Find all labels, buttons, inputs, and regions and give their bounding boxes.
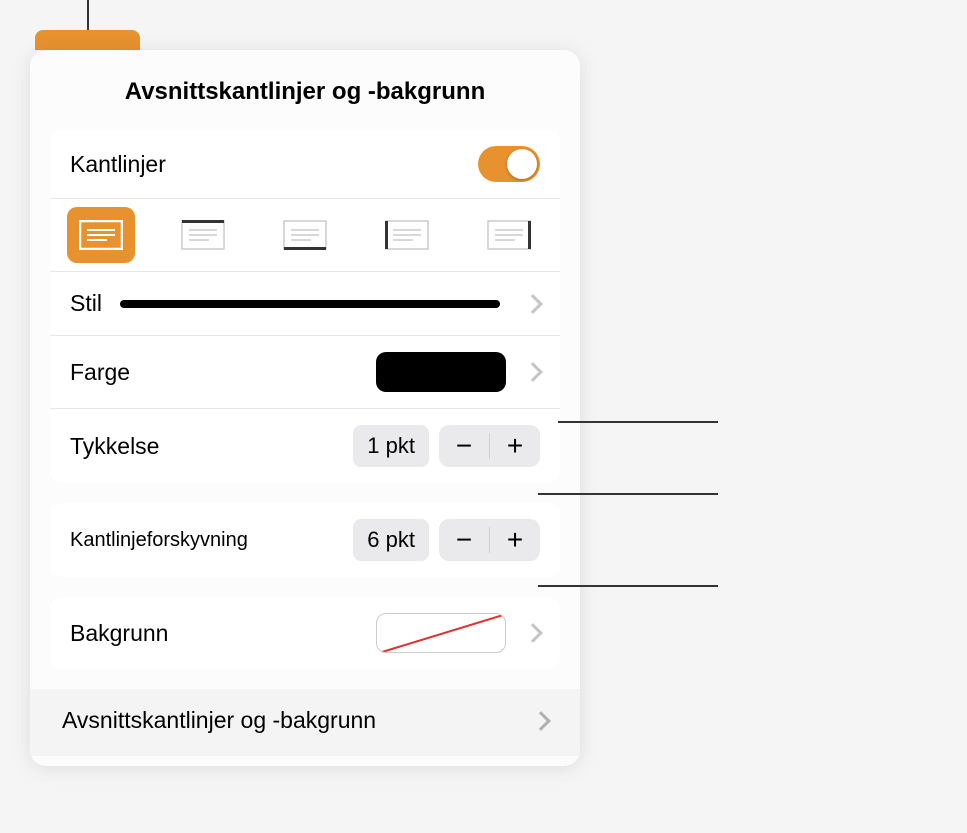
- callout-line: [558, 421, 718, 423]
- border-right-icon: [487, 220, 531, 250]
- chevron-right-icon: [523, 362, 543, 382]
- offset-row: Kantlinjeforskyvning 6 pkt − +: [50, 503, 560, 577]
- border-position-row: [50, 199, 560, 272]
- border-bottom-icon: [283, 220, 327, 250]
- borders-section: Kantlinjer: [50, 130, 560, 483]
- thickness-label: Tykkelse: [70, 433, 159, 460]
- offset-label: Kantlinjeforskyvning: [70, 529, 248, 552]
- footer-label: Avsnittskantlinjer og -bakgrunn: [62, 707, 376, 734]
- chevron-right-icon: [523, 294, 543, 314]
- background-row[interactable]: Bakgrunn: [50, 597, 560, 669]
- offset-value[interactable]: 6 pkt: [353, 519, 429, 561]
- thickness-decrease-button[interactable]: −: [439, 425, 489, 467]
- background-label: Bakgrunn: [70, 620, 168, 647]
- border-position-bottom[interactable]: [271, 207, 339, 263]
- panel-title: Avsnittskantlinjer og -bakgrunn: [30, 50, 580, 130]
- border-all-icon: [79, 220, 123, 250]
- border-position-right[interactable]: [475, 207, 543, 263]
- style-label: Stil: [70, 290, 102, 317]
- background-swatch-none: [376, 613, 506, 653]
- offset-decrease-button[interactable]: −: [439, 519, 489, 561]
- chevron-right-icon: [523, 623, 543, 643]
- style-preview: [120, 300, 500, 308]
- toggle-knob: [507, 149, 537, 179]
- border-position-all[interactable]: [67, 207, 135, 263]
- thickness-increase-button[interactable]: +: [490, 425, 540, 467]
- thickness-stepper: − +: [439, 425, 540, 467]
- border-top-icon: [181, 220, 225, 250]
- border-position-top[interactable]: [169, 207, 237, 263]
- callout-line: [538, 493, 718, 495]
- thickness-value[interactable]: 1 pkt: [353, 425, 429, 467]
- offset-increase-button[interactable]: +: [490, 519, 540, 561]
- paragraph-borders-panel: Avsnittskantlinjer og -bakgrunn Kantlinj…: [30, 50, 580, 766]
- borders-heading: Kantlinjer: [70, 151, 166, 178]
- border-position-left[interactable]: [373, 207, 441, 263]
- border-left-icon: [385, 220, 429, 250]
- borders-toggle-row: Kantlinjer: [50, 130, 560, 199]
- tab-indicator: [35, 30, 140, 50]
- callout-line: [538, 585, 718, 587]
- background-section: Bakgrunn: [50, 597, 560, 669]
- offset-section: Kantlinjeforskyvning 6 pkt − +: [50, 503, 560, 577]
- thickness-row: Tykkelse 1 pkt − +: [50, 409, 560, 483]
- color-row[interactable]: Farge: [50, 336, 560, 409]
- offset-stepper: − +: [439, 519, 540, 561]
- chevron-right-icon: [531, 711, 551, 731]
- style-row[interactable]: Stil: [50, 272, 560, 336]
- borders-toggle[interactable]: [478, 146, 540, 182]
- footer-link-row[interactable]: Avsnittskantlinjer og -bakgrunn: [30, 689, 580, 756]
- color-swatch: [376, 352, 506, 392]
- color-label: Farge: [70, 359, 130, 386]
